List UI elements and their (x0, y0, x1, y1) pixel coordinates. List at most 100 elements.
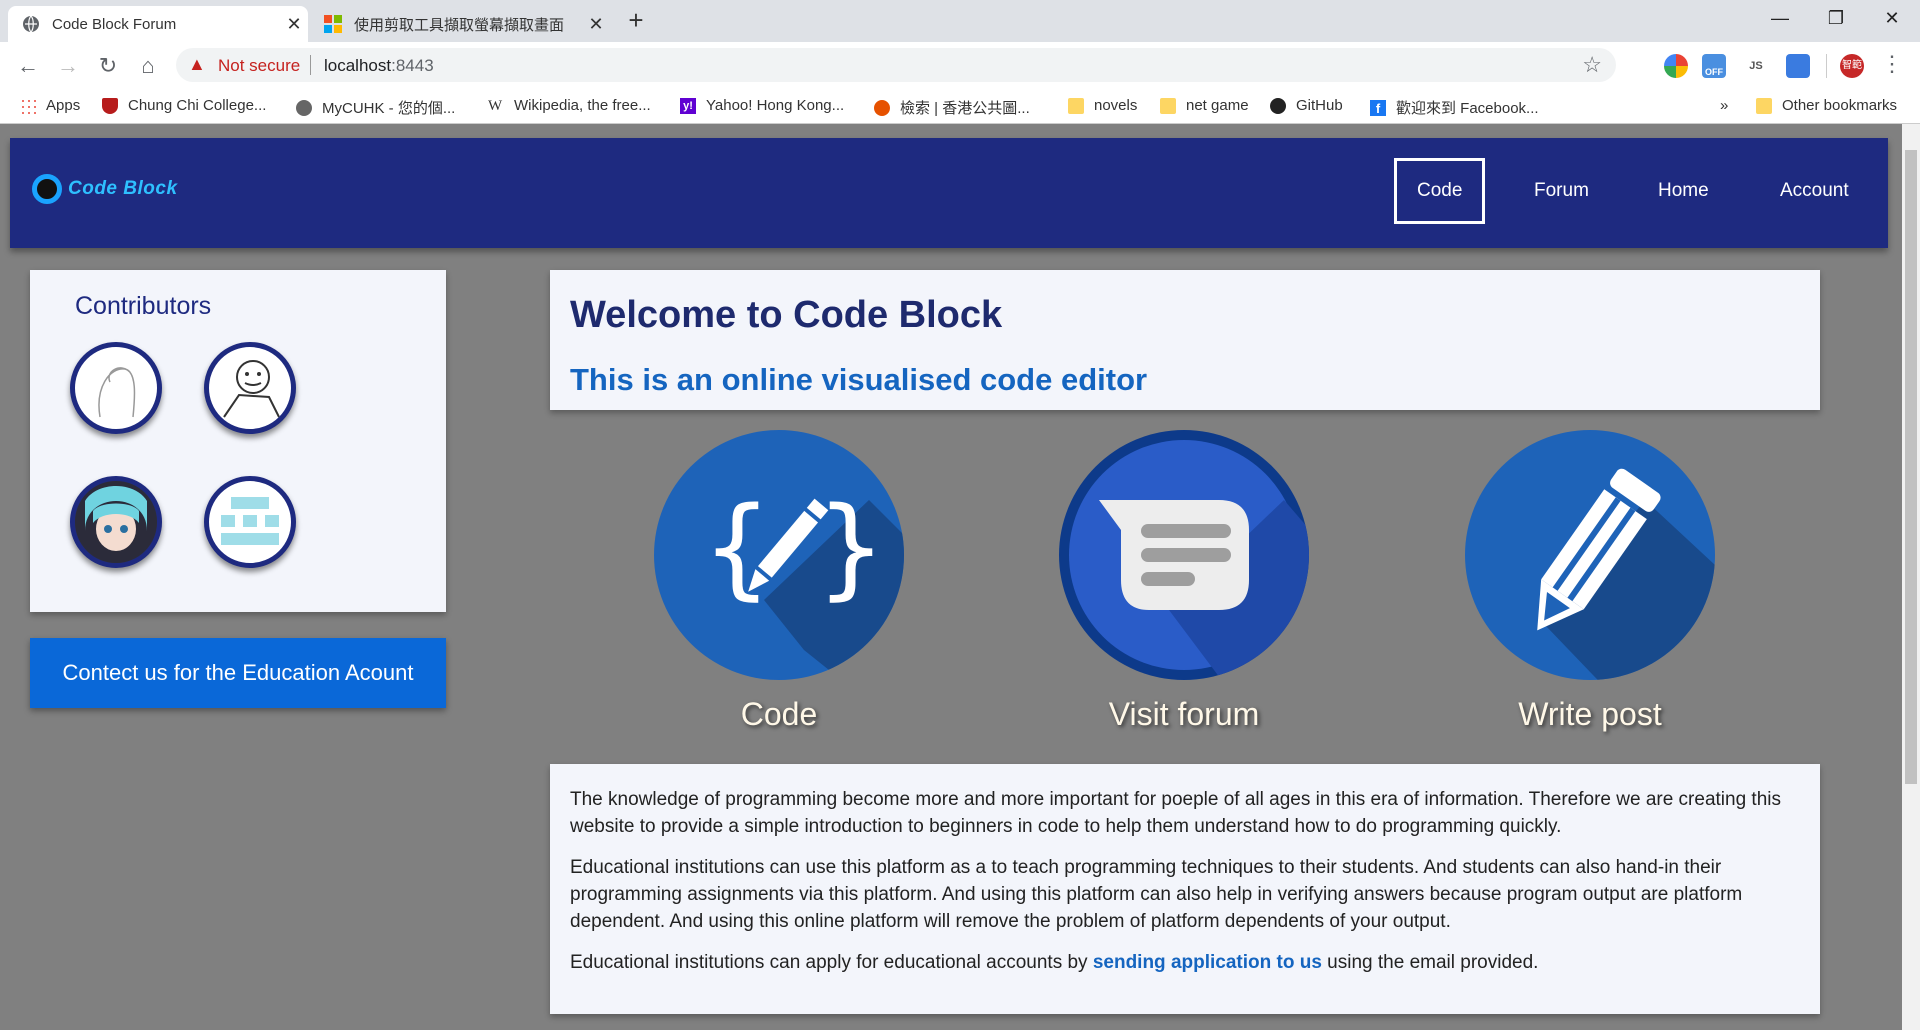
bookmark-novels[interactable]: novels (1068, 97, 1137, 114)
facebook-icon: f (1370, 99, 1386, 116)
bookmark-star-icon[interactable]: ☆ (1582, 52, 1602, 78)
bookmark-label: Other bookmarks (1782, 97, 1898, 114)
pencil-icon[interactable] (1465, 430, 1715, 680)
address-bar[interactable]: ▲ Not secure localhost:8443 ☆ (176, 48, 1616, 82)
nav-code[interactable]: Code (1394, 158, 1486, 224)
folder-icon (1160, 97, 1176, 114)
site-logo[interactable]: Code Block (32, 174, 178, 204)
folder-icon (1068, 97, 1084, 114)
contributor-avatar[interactable] (204, 342, 296, 434)
bookmark-label: Chung Chi College... (128, 97, 267, 114)
contributor-avatar[interactable] (70, 342, 162, 434)
off-extension-icon[interactable]: OFF (1702, 54, 1726, 78)
page-title: Welcome to Code Block (570, 294, 1003, 336)
bookmark-label: GitHub (1296, 97, 1343, 114)
contributors-card: Contributors (30, 270, 446, 612)
chrome-extension-icon[interactable] (1664, 54, 1688, 78)
off-extension-label: OFF (1705, 67, 1723, 77)
wikipedia-icon: W (488, 97, 503, 114)
profile-label: 智範 (1842, 60, 1862, 71)
feature-code-label[interactable]: Code (644, 696, 914, 733)
security-label[interactable]: Not secure (218, 56, 300, 76)
close-tab-icon[interactable]: ✕ (280, 14, 308, 35)
bookmarks-overflow-icon[interactable]: » (1720, 97, 1728, 114)
feature-write-post-label[interactable]: Write post (1455, 696, 1725, 733)
about-paragraph: The knowledge of programming become more… (570, 789, 1781, 837)
message-icon[interactable] (1059, 430, 1309, 680)
bookmark-label: Wikipedia, the free... (514, 97, 651, 114)
svg-text:}: } (816, 483, 886, 611)
divider (310, 55, 311, 75)
nav-account[interactable]: Account (1780, 180, 1849, 202)
bookmarks-bar: Apps Chung Chi College... MyCUHK - 您的個..… (0, 88, 1920, 124)
github-icon (1270, 97, 1286, 114)
site-navbar: Code Block Code Forum Home Account (10, 138, 1888, 248)
sketch-figure-icon (98, 367, 136, 418)
warning-icon: ▲ (188, 54, 206, 74)
url-port: :8443 (391, 56, 434, 75)
bookmark-apps[interactable]: Apps (20, 97, 80, 114)
feature-code[interactable]: { } Code (644, 430, 914, 732)
bookmark-library[interactable]: 檢索 | 香港公共圖... (874, 97, 1030, 118)
code-edit-icon[interactable]: { } (654, 430, 904, 680)
about-paragraph: Educational institutions can use this pl… (570, 857, 1743, 932)
library-icon (874, 99, 890, 116)
reload-icon[interactable]: ↻ (92, 50, 124, 82)
page-scrollbar[interactable] (1902, 124, 1920, 1030)
welcome-card: Welcome to Code Block This is an online … (550, 270, 1820, 410)
apps-icon (20, 97, 36, 114)
bookmark-chung-chi[interactable]: Chung Chi College... (102, 97, 266, 114)
page-subtitle: This is an online visualised code editor (570, 362, 1148, 397)
url-text[interactable]: localhost:8443 (324, 56, 434, 76)
svg-text:{: { (702, 483, 772, 611)
anime-character-icon (75, 481, 157, 563)
nav-forum[interactable]: Forum (1534, 180, 1589, 202)
bookmark-github[interactable]: GitHub (1270, 97, 1343, 114)
bookmark-label: 歡迎來到 Facebook... (1396, 100, 1539, 117)
5d-extension-icon[interactable] (1786, 54, 1810, 78)
url-host: localhost (324, 56, 392, 75)
tab-code-block-forum[interactable]: Code Block Forum ✕ (8, 6, 308, 42)
new-tab-button[interactable]: + (620, 4, 652, 36)
globe-icon (23, 15, 39, 33)
bookmark-mycuhk[interactable]: MyCUHK - 您的個... (296, 97, 455, 118)
home-icon[interactable]: ⌂ (132, 50, 164, 82)
close-window-button[interactable]: ✕ (1864, 0, 1920, 36)
tab-snipping-tool[interactable]: 使用剪取工具擷取螢幕擷取畫面 ✕ (310, 6, 610, 42)
profile-avatar[interactable]: 智範 (1840, 54, 1864, 78)
pixel-identicon-icon (221, 497, 279, 545)
menu-dots-icon[interactable]: ⋮ (1876, 48, 1908, 80)
minimize-button[interactable]: — (1752, 0, 1808, 36)
forward-arrow-icon[interactable]: → (52, 50, 84, 82)
bookmark-facebook[interactable]: f 歡迎來到 Facebook... (1370, 97, 1539, 118)
bookmark-yahoo[interactable]: y! Yahoo! Hong Kong... (680, 97, 844, 114)
contributor-avatar[interactable] (204, 476, 296, 568)
bookmark-label: 檢索 | 香港公共圖... (900, 100, 1030, 117)
microsoft-icon (324, 15, 342, 33)
scrollbar-thumb[interactable] (1905, 150, 1917, 784)
feature-forum-label[interactable]: Visit forum (1049, 696, 1319, 733)
send-application-link[interactable]: sending application to us (1093, 952, 1322, 973)
close-tab-icon[interactable]: ✕ (582, 14, 610, 35)
tab-title: Code Block Forum (52, 15, 177, 33)
about-paragraph: Educational institutions can apply for e… (570, 949, 1800, 976)
back-arrow-icon[interactable]: ← (12, 50, 44, 82)
college-icon (102, 97, 118, 114)
about-text: using the email provided. (1321, 952, 1539, 973)
js-extension-label: JS (1749, 60, 1763, 72)
bookmark-label: net game (1186, 97, 1249, 114)
maximize-button[interactable]: ❐ (1808, 0, 1864, 36)
contributor-avatar[interactable] (70, 476, 162, 568)
meme-face-icon (223, 360, 280, 418)
bookmark-other[interactable]: Other bookmarks (1756, 97, 1897, 114)
nav-home[interactable]: Home (1658, 180, 1709, 202)
logo-icon (32, 174, 62, 204)
contact-education-button[interactable]: Contect us for the Education Acount (30, 638, 446, 708)
feature-forum[interactable]: Visit forum (1049, 430, 1319, 732)
feature-write-post[interactable]: Write post (1455, 430, 1725, 732)
bookmark-net-game[interactable]: net game (1160, 97, 1249, 114)
bookmark-wikipedia[interactable]: W Wikipedia, the free... (488, 97, 651, 114)
page-viewport: Code Block Code Forum Home Account Contr… (0, 124, 1902, 1030)
js-extension-icon[interactable]: JS (1744, 54, 1768, 78)
logo-text: Code Block (68, 178, 178, 199)
